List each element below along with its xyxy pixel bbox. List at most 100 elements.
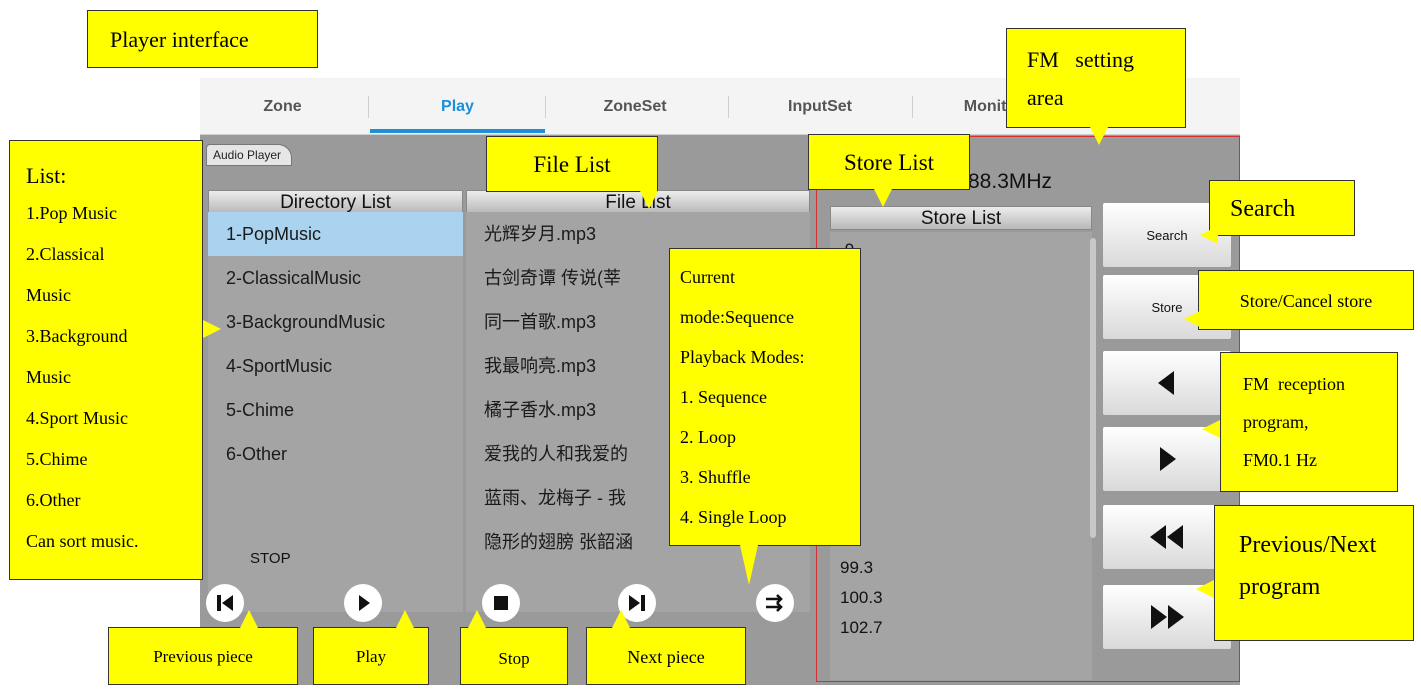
fast-forward-icon	[1151, 605, 1184, 629]
callout-text: Playback Modes:	[680, 347, 805, 367]
callout-text: Music	[26, 367, 71, 387]
store-item[interactable]: .3	[830, 298, 1092, 326]
callout-text: FM setting	[1027, 47, 1134, 72]
store-item[interactable]: .4	[830, 387, 1092, 415]
active-tab-indicator	[370, 129, 545, 133]
callout-next-piece: Next piece	[586, 627, 746, 685]
tab-play[interactable]: Play	[370, 78, 545, 134]
directory-item[interactable]: 6-Other	[208, 432, 463, 476]
callout-text: List:	[26, 163, 67, 188]
play-button[interactable]	[344, 584, 382, 622]
callout-text: 5.Chime	[26, 449, 88, 469]
store-item[interactable]: 99.3	[830, 554, 1092, 582]
callout-text: program	[1239, 574, 1321, 600]
repeat-mode-icon	[766, 594, 783, 612]
callout-store-cancel: Store/Cancel store	[1198, 270, 1414, 330]
callout-pointer	[1184, 310, 1202, 328]
play-icon	[359, 595, 370, 611]
triangle-left-icon	[1158, 371, 1174, 395]
callout-pointer	[396, 610, 414, 628]
store-item[interactable]: 100.3	[830, 584, 1092, 612]
callout-pointer	[1090, 127, 1108, 145]
directory-list-header: Directory List	[208, 190, 463, 214]
tab-divider	[912, 96, 913, 118]
directory-item[interactable]: 3-BackgroundMusic	[208, 300, 463, 344]
store-item[interactable]: .4	[830, 426, 1092, 454]
callout-text: Previous/Next	[1239, 532, 1377, 558]
previous-program-button[interactable]	[1102, 504, 1232, 570]
callout-pointer	[240, 610, 258, 628]
callout-text: Can sort music.	[26, 531, 139, 551]
playback-mode-button[interactable]	[756, 584, 794, 622]
callout-text: 2. Loop	[680, 427, 736, 447]
store-item[interactable]: .2	[830, 484, 1092, 512]
callout-pointer	[612, 610, 630, 628]
callout-pointer	[1196, 580, 1214, 598]
store-item[interactable]: .3	[830, 354, 1092, 382]
store-item[interactable]: .3	[830, 454, 1092, 482]
directory-item[interactable]: 5-Chime	[208, 388, 463, 432]
callout-text: 2.Classical	[26, 244, 105, 264]
store-list-header: Store List	[830, 206, 1092, 230]
store-item[interactable]: .5	[830, 326, 1092, 354]
callout-playback-modes: Current mode:Sequence Playback Modes: 1.…	[669, 248, 861, 546]
callout-text: area	[1027, 85, 1064, 110]
skip-previous-icon	[217, 595, 233, 611]
directory-list: 1-PopMusic 2-ClassicalMusic 3-Background…	[208, 212, 463, 612]
callout-file-list: File List	[486, 136, 658, 192]
callout-store-list: Store List	[808, 134, 970, 190]
tab-zoneset[interactable]: ZoneSet	[545, 78, 725, 134]
callout-play: Play	[313, 627, 429, 685]
callout-pointer	[740, 545, 758, 585]
tab-zone[interactable]: Zone	[200, 78, 365, 134]
previous-button[interactable]	[206, 584, 244, 622]
callout-text: program,	[1243, 412, 1309, 432]
callout-text: 1. Sequence	[680, 387, 767, 407]
callout-text: 3.Background	[26, 326, 128, 346]
store-list-scrollbar[interactable]	[1090, 238, 1096, 538]
directory-item[interactable]: 4-SportMusic	[208, 344, 463, 388]
store-list: .9 .0 .3 .5 .3 .4 .4 .3 .2 .4 99.3 100.3…	[830, 232, 1092, 680]
stop-icon	[494, 596, 508, 610]
store-item[interactable]: .9	[830, 236, 1092, 264]
callout-text: 6.Other	[26, 490, 81, 510]
callout-text: 4. Single Loop	[680, 507, 787, 527]
callout-prev-next-program: Previous/Next program	[1214, 505, 1414, 641]
callout-pointer	[874, 189, 892, 207]
directory-item[interactable]: 1-PopMusic	[208, 212, 463, 256]
callout-previous-piece: Previous piece	[108, 627, 298, 685]
callout-pointer	[468, 610, 486, 628]
callout-text: FM0.1 Hz	[1243, 450, 1318, 470]
callout-list: List: 1.Pop Music 2.Classical Music 3.Ba…	[9, 140, 203, 580]
callout-text: 4.Sport Music	[26, 408, 129, 428]
callout-text: Music	[26, 285, 71, 305]
callout-text: mode:Sequence	[680, 307, 794, 327]
callout-text: 1.Pop Music	[26, 203, 118, 223]
callout-pointer	[640, 191, 658, 209]
callout-fm-setting: FM setting area	[1006, 28, 1186, 128]
store-item[interactable]: .4	[830, 522, 1092, 550]
callout-pointer	[1202, 420, 1220, 438]
playback-status: STOP	[250, 550, 291, 567]
callout-text: 3. Shuffle	[680, 467, 751, 487]
callout-stop: Stop	[460, 627, 568, 685]
callout-pointer	[203, 320, 221, 338]
store-item[interactable]: 102.7	[830, 614, 1092, 642]
callout-pointer	[1200, 226, 1218, 244]
audio-player-label: Audio Player	[206, 144, 293, 166]
tab-divider	[728, 96, 729, 118]
tab-inputset[interactable]: InputSet	[730, 78, 910, 134]
fm-frequency: 88.3MHz	[968, 170, 1053, 193]
callout-search: Search	[1209, 180, 1355, 236]
tune-down-button[interactable]	[1102, 350, 1232, 416]
triangle-right-icon	[1160, 447, 1176, 471]
stop-button[interactable]	[482, 584, 520, 622]
directory-item[interactable]: 2-ClassicalMusic	[208, 256, 463, 300]
callout-fm-reception: FM reception program, FM0.1 Hz	[1220, 352, 1398, 492]
tab-divider	[368, 96, 369, 118]
callout-text: Current	[680, 267, 735, 287]
file-list-header: File List	[466, 190, 810, 214]
callout-text: FM reception	[1243, 374, 1345, 394]
rewind-icon	[1150, 525, 1183, 549]
store-item[interactable]: .0	[830, 270, 1092, 298]
